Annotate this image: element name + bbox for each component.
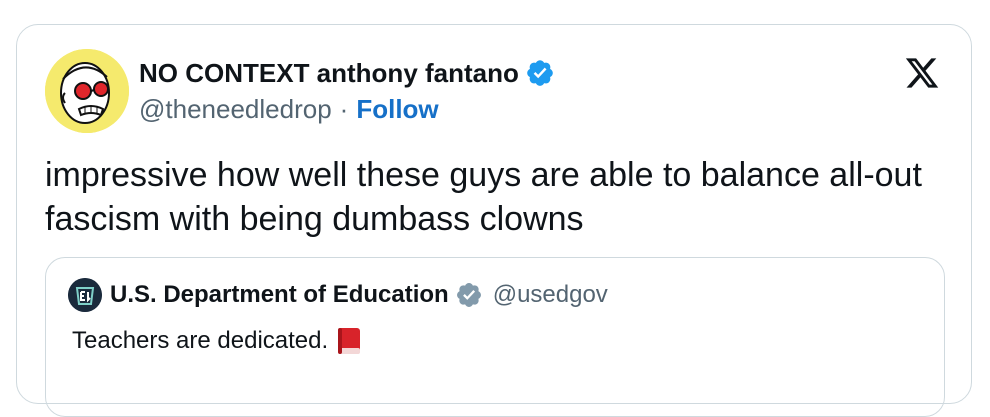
- quoted-tweet-text: Teachers are dedicated.: [72, 327, 329, 354]
- author-handle[interactable]: @theneedledrop: [139, 93, 332, 125]
- author-avatar[interactable]: [45, 49, 129, 133]
- gray-verified-badge-icon: [456, 283, 481, 307]
- x-logo-icon[interactable]: [903, 55, 941, 91]
- author-handle-row: @theneedledrop · Follow: [139, 93, 439, 125]
- department-seal-icon[interactable]: [68, 278, 102, 312]
- author-display-name[interactable]: NO CONTEXT anthony fantano: [139, 57, 519, 89]
- quoted-tweet-body: Teachers are dedicated.: [72, 324, 362, 358]
- author-name-row: NO CONTEXT anthony fantano: [139, 57, 555, 89]
- tweet-embed-card[interactable]: NO CONTEXT anthony fantano @theneedledro…: [16, 24, 972, 417]
- quoted-display-name[interactable]: U.S. Department of Education: [110, 281, 449, 309]
- avatar-face-icon: [45, 49, 129, 133]
- quoted-handle[interactable]: @usedgov: [493, 281, 608, 309]
- quoted-tweet-header: U.S. Department of Education @usedgov: [68, 278, 608, 312]
- verified-badge-icon: [527, 60, 553, 86]
- quoted-tweet-card[interactable]: U.S. Department of Education @usedgov Te…: [45, 257, 945, 417]
- tweet-text: impressive how well these guys are able …: [45, 156, 922, 238]
- follow-button[interactable]: Follow: [356, 93, 438, 125]
- separator-dot: ·: [339, 94, 349, 124]
- red-book-icon: [338, 328, 361, 354]
